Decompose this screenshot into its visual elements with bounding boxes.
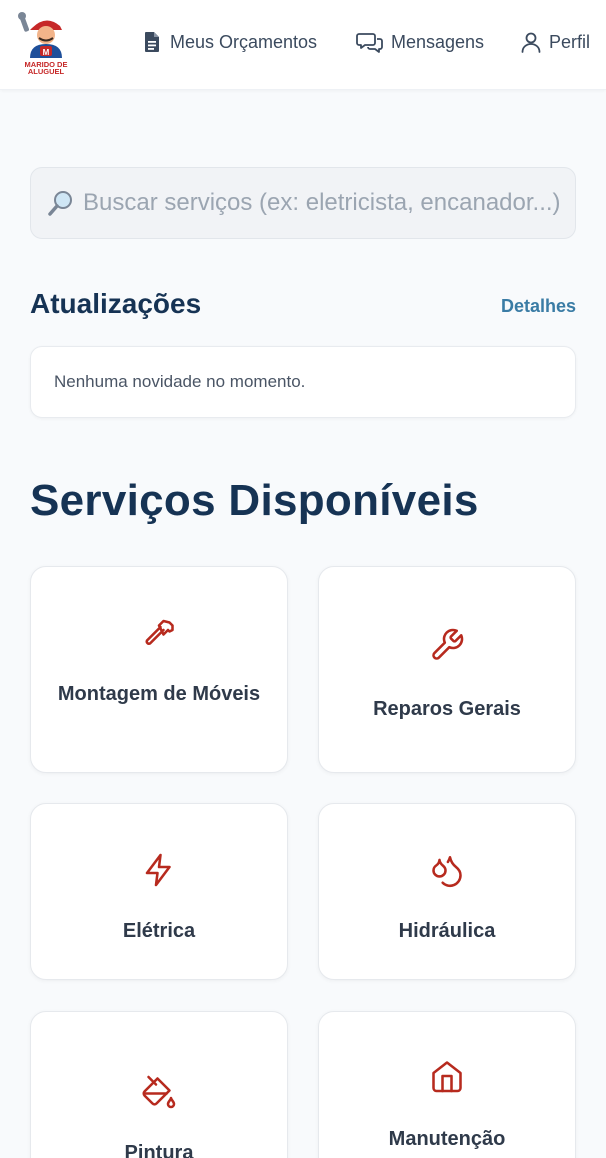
service-label: Manutenção bbox=[388, 1128, 506, 1150]
service-label: Reparos Gerais bbox=[373, 698, 521, 720]
service-label: Pintura bbox=[124, 1142, 194, 1158]
service-label: Montagem de Móveis bbox=[57, 683, 261, 705]
handyman-mascot-icon: M MARIDO DE ALUGUEL bbox=[18, 12, 67, 76]
magnifier-icon bbox=[48, 191, 72, 216]
top-navigation-bar: M MARIDO DE ALUGUEL Meus Orçamentos Mens… bbox=[0, 0, 606, 90]
updates-heading: Atualizações bbox=[30, 288, 202, 319]
lightning-icon bbox=[141, 852, 177, 888]
nav-label: Perfil bbox=[549, 31, 591, 52]
services-heading: Serviços Disponíveis bbox=[30, 476, 479, 525]
service-card-eletrica[interactable]: Elétrica bbox=[30, 803, 288, 980]
service-card-manutencao[interactable]: Manutenção bbox=[318, 1011, 576, 1158]
service-card-montagem-de-moveis[interactable]: Montagem de Móveis bbox=[30, 566, 288, 773]
svg-text:M: M bbox=[43, 48, 50, 57]
nav-label: Mensagens bbox=[391, 31, 485, 52]
document-icon bbox=[145, 32, 159, 52]
service-card-reparos-gerais[interactable]: Reparos Gerais bbox=[318, 566, 576, 773]
paint-bucket-icon bbox=[141, 1074, 177, 1110]
hammer-icon bbox=[141, 615, 177, 651]
home-icon bbox=[429, 1058, 465, 1094]
droplets-icon bbox=[429, 852, 465, 888]
chat-bubbles-icon bbox=[356, 33, 383, 53]
updates-card: Nenhuma novidade no momento. bbox=[30, 346, 576, 418]
service-label: Hidráulica bbox=[398, 920, 496, 942]
updates-empty-message: Nenhuma novidade no momento. bbox=[54, 372, 306, 391]
nav-meus-orcamentos[interactable]: Meus Orçamentos bbox=[140, 26, 317, 58]
svg-text:ALUGUEL: ALUGUEL bbox=[28, 67, 65, 76]
nav-mensagens[interactable]: Mensagens bbox=[355, 26, 484, 58]
service-label: Elétrica bbox=[122, 920, 196, 942]
user-icon bbox=[521, 32, 541, 53]
nav-label: Meus Orçamentos bbox=[170, 31, 318, 52]
brand-logo[interactable]: M MARIDO DE ALUGUEL bbox=[16, 10, 76, 76]
wrench-icon bbox=[429, 627, 465, 663]
nav-perfil[interactable]: Perfil bbox=[519, 26, 590, 58]
search-input[interactable] bbox=[83, 189, 563, 217]
service-card-pintura[interactable]: Pintura bbox=[30, 1011, 288, 1158]
search-bar[interactable] bbox=[30, 167, 576, 239]
updates-details-link[interactable]: Detalhes bbox=[501, 296, 576, 317]
service-card-hidraulica[interactable]: Hidráulica bbox=[318, 803, 576, 980]
